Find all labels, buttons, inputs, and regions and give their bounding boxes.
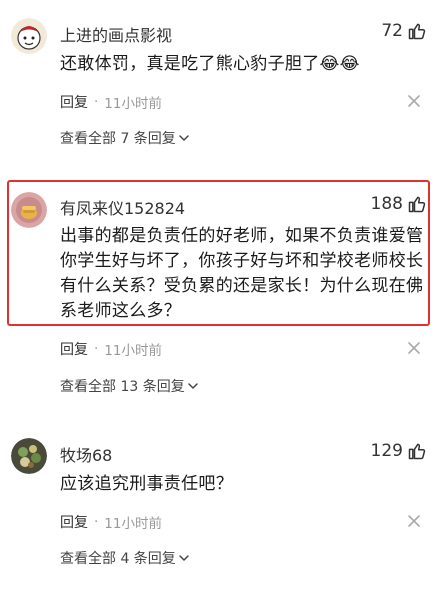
close-icon[interactable] <box>407 341 421 355</box>
thumbs-up-icon <box>408 196 426 213</box>
like-count: 72 <box>381 21 403 41</box>
avatar[interactable] <box>11 192 47 228</box>
chevron-down-icon <box>187 383 198 389</box>
like-button[interactable]: 72 <box>381 21 427 41</box>
timestamp: 11小时前 <box>104 343 162 359</box>
reply-button[interactable]: 回复 <box>60 92 88 112</box>
comment-item: 有凤来仪152824 188 出事的都是负责任的好老师，如果不负责谁爱管你学生好… <box>0 180 439 400</box>
separator-dot: · <box>94 341 99 357</box>
username[interactable]: 上进的画点影视 <box>60 22 172 46</box>
comment-text: 应该追究刑事责任吧？ <box>60 474 233 494</box>
like-button[interactable]: 188 <box>371 194 427 214</box>
like-count: 129 <box>370 441 403 461</box>
comment-meta: 回复 · 11小时前 <box>60 92 162 112</box>
timestamp: 11小时前 <box>104 516 162 532</box>
view-all-replies-link[interactable]: 查看全部 7 条回复 <box>60 128 190 148</box>
username[interactable]: 牧场68 <box>60 442 112 466</box>
view-all-replies-label: 查看全部 13 条回复 <box>60 379 185 395</box>
separator-dot: · <box>94 514 99 530</box>
timestamp: 11小时前 <box>104 96 162 112</box>
comment-item: 牧场68 129 应该追究刑事责任吧？ 回复 · 11小时前 查看全部 4 条回… <box>0 430 439 598</box>
view-all-replies-link[interactable]: 查看全部 13 条回复 <box>60 376 199 396</box>
comment-text: 出事的都是负责任的好老师，如果不负责谁爱管你学生好与坏了，你孩子好与坏和学校老师… <box>60 226 424 321</box>
view-all-replies-label: 查看全部 7 条回复 <box>60 131 176 147</box>
thumbs-up-icon <box>408 443 426 460</box>
comment-meta: 回复 · 11小时前 <box>60 339 162 359</box>
chevron-down-icon <box>179 555 189 561</box>
like-button[interactable]: 129 <box>371 441 427 461</box>
close-icon[interactable] <box>407 94 421 108</box>
like-count: 188 <box>370 194 403 214</box>
view-all-replies-link[interactable]: 查看全部 4 条回复 <box>60 548 190 568</box>
comment-item: 上进的画点影视 72 还敢体罚，真是吃了熊心豹子胆了😂😂 回复 · 11小时前 … <box>0 0 439 160</box>
close-icon[interactable] <box>407 514 421 528</box>
avatar[interactable] <box>11 18 47 54</box>
avatar[interactable] <box>11 438 47 474</box>
thumbs-up-icon <box>408 23 426 40</box>
reply-button[interactable]: 回复 <box>60 339 88 359</box>
view-all-replies-label: 查看全部 4 条回复 <box>60 551 176 567</box>
comment-text: 还敢体罚，真是吃了熊心豹子胆了😂😂 <box>60 54 360 74</box>
username[interactable]: 有凤来仪152824 <box>60 195 185 219</box>
comment-meta: 回复 · 11小时前 <box>60 512 162 532</box>
reply-button[interactable]: 回复 <box>60 512 88 532</box>
separator-dot: · <box>94 94 99 110</box>
chevron-down-icon <box>179 135 189 141</box>
